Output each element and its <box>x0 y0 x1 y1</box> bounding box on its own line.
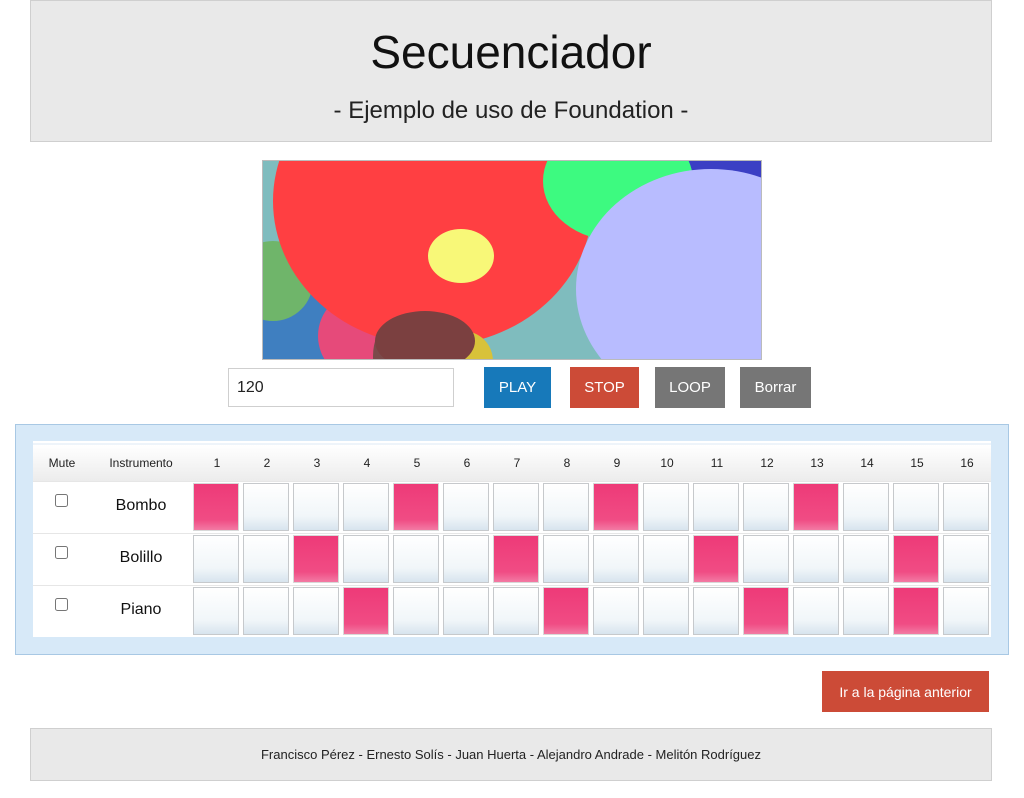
step-cell[interactable] <box>493 587 539 635</box>
play-button[interactable]: PLAY <box>484 367 551 408</box>
column-header-step: 10 <box>660 456 674 470</box>
step-cell[interactable] <box>193 535 239 583</box>
step-cell[interactable] <box>743 535 789 583</box>
back-button[interactable]: Ir a la página anterior <box>822 671 989 712</box>
column-header-step: 11 <box>710 456 724 470</box>
step-cell[interactable] <box>593 483 639 531</box>
step-cell[interactable] <box>943 587 989 635</box>
mute-checkbox[interactable] <box>55 546 68 559</box>
column-header-step: 8 <box>563 456 571 470</box>
visualizer-canvas <box>262 160 762 360</box>
footer: Francisco Pérez - Ernesto Solís - Juan H… <box>30 728 992 781</box>
step-cell[interactable] <box>693 587 739 635</box>
step-cell[interactable] <box>843 483 889 531</box>
step-cell[interactable] <box>443 483 489 531</box>
step-cell[interactable] <box>243 483 289 531</box>
step-cell[interactable] <box>293 535 339 583</box>
column-header-step: 6 <box>463 456 471 470</box>
column-header-step: 16 <box>960 456 974 470</box>
step-cell[interactable] <box>243 535 289 583</box>
step-cell[interactable] <box>343 587 389 635</box>
step-cell[interactable] <box>693 535 739 583</box>
column-header-instrument: Instrumento <box>109 456 173 470</box>
page-subtitle: - Ejemplo de uso de Foundation - <box>333 97 689 124</box>
column-header-step: 2 <box>263 456 271 470</box>
column-header-step: 15 <box>910 456 924 470</box>
step-cell[interactable] <box>893 483 939 531</box>
step-cell[interactable] <box>293 587 339 635</box>
column-header-mute: Mute <box>48 456 76 470</box>
step-cell[interactable] <box>543 587 589 635</box>
track-row: Piano <box>33 585 991 638</box>
track-row: Bolillo <box>33 533 991 586</box>
step-cell[interactable] <box>643 483 689 531</box>
mute-checkbox[interactable] <box>55 598 68 611</box>
step-cell[interactable] <box>743 587 789 635</box>
loop-button[interactable]: LOOP <box>655 367 725 408</box>
visualizer-graphic <box>263 161 761 359</box>
step-cell[interactable] <box>843 535 889 583</box>
step-cell[interactable] <box>243 587 289 635</box>
column-header-step: 4 <box>363 456 371 470</box>
instrument-label: Piano <box>120 601 162 618</box>
page-title: Secuenciador <box>370 26 652 78</box>
step-cell[interactable] <box>893 587 939 635</box>
instrument-label: Bombo <box>115 497 167 514</box>
step-cell[interactable] <box>543 535 589 583</box>
step-cell[interactable] <box>543 483 589 531</box>
step-cell[interactable] <box>693 483 739 531</box>
step-cell[interactable] <box>793 483 839 531</box>
step-cell[interactable] <box>443 535 489 583</box>
sequencer-panel: Mute Instrumento 1 2 3 4 5 6 7 8 9 10 11 12 13 14 15 16… <box>15 424 1009 655</box>
column-header-step: 14 <box>860 456 874 470</box>
step-cell[interactable] <box>193 587 239 635</box>
step-cell[interactable] <box>493 535 539 583</box>
step-cell[interactable] <box>393 535 439 583</box>
stop-button[interactable]: STOP <box>570 367 639 408</box>
step-cell[interactable] <box>793 535 839 583</box>
step-cell[interactable] <box>193 483 239 531</box>
column-header-step: 7 <box>513 456 521 470</box>
step-cell[interactable] <box>793 587 839 635</box>
step-cell[interactable] <box>943 483 989 531</box>
footer-credits: Francisco Pérez - Ernesto Solís - Juan H… <box>260 747 762 762</box>
column-header-step: 1 <box>213 456 221 470</box>
step-cell[interactable] <box>343 535 389 583</box>
column-header-step: 12 <box>760 456 774 470</box>
step-cell[interactable] <box>393 483 439 531</box>
step-cell[interactable] <box>493 483 539 531</box>
tempo-input[interactable] <box>228 368 454 407</box>
track-row: Bombo <box>33 481 991 534</box>
instrument-label: Bolillo <box>119 549 163 566</box>
step-cell[interactable] <box>293 483 339 531</box>
grid-header: Mute Instrumento 1 2 3 4 5 6 7 8 9 10 11 12 13 14 15 16 <box>33 443 991 481</box>
step-cell[interactable] <box>643 587 689 635</box>
step-cell[interactable] <box>943 535 989 583</box>
sequencer-grid: Mute Instrumento 1 2 3 4 5 6 7 8 9 10 11 12 13 14 15 16… <box>33 441 991 637</box>
step-cell[interactable] <box>843 587 889 635</box>
step-cell[interactable] <box>593 535 639 583</box>
column-header-step: 13 <box>810 456 824 470</box>
clear-button[interactable]: Borrar <box>740 367 811 408</box>
step-cell[interactable] <box>593 587 639 635</box>
column-header-step: 5 <box>413 456 421 470</box>
step-cell[interactable] <box>643 535 689 583</box>
step-cell[interactable] <box>393 587 439 635</box>
page-header: Secuenciador - Ejemplo de uso de Foundat… <box>30 0 992 142</box>
mute-checkbox[interactable] <box>55 494 68 507</box>
step-cell[interactable] <box>893 535 939 583</box>
column-header-step: 3 <box>313 456 321 470</box>
column-header-step: 9 <box>613 456 621 470</box>
step-cell[interactable] <box>343 483 389 531</box>
step-cell[interactable] <box>743 483 789 531</box>
step-cell[interactable] <box>443 587 489 635</box>
